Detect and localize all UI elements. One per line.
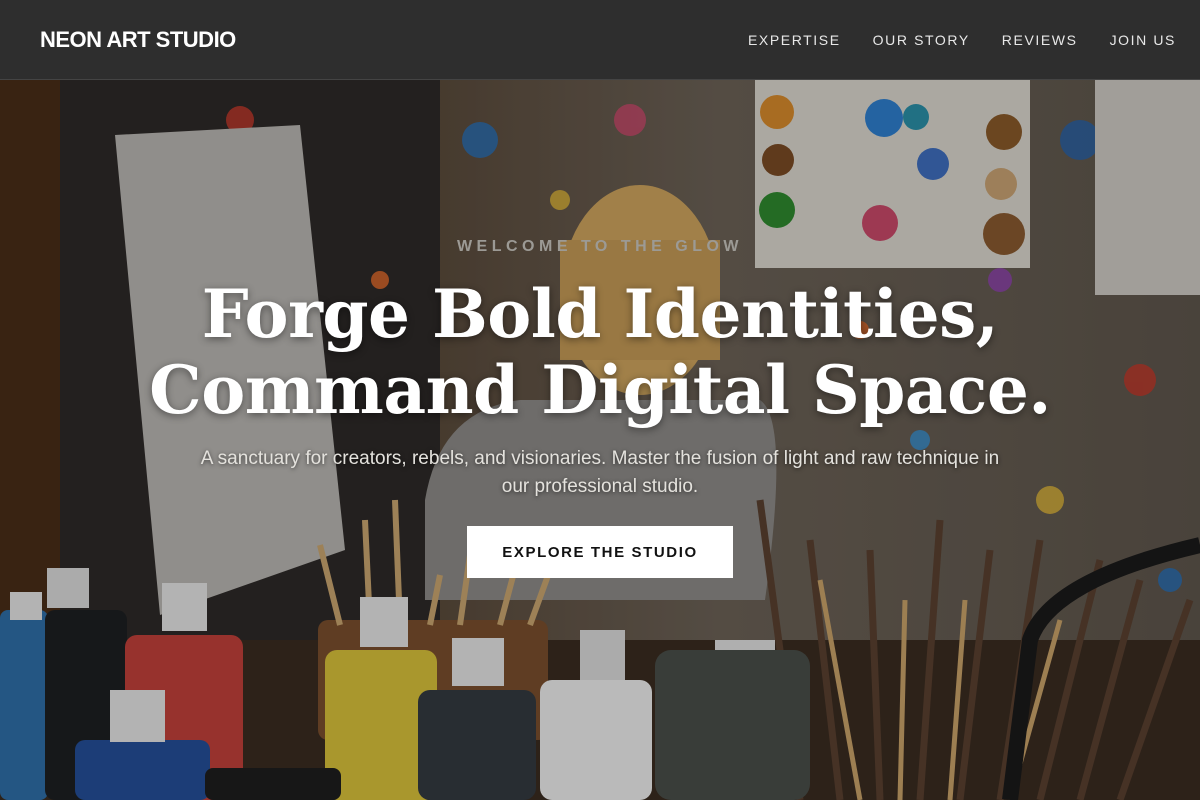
- brand-logo[interactable]: NEON ART STUDIO: [40, 27, 236, 53]
- nav-link-our-story[interactable]: OUR STORY: [873, 32, 970, 48]
- main-nav: EXPERTISE OUR STORY REVIEWS JOIN US: [748, 32, 1176, 48]
- hero-headline: Forge Bold Identities, Command Digital S…: [0, 276, 1200, 428]
- hero-headline-line-1: Forge Bold Identities,: [201, 275, 999, 353]
- hero-overlay: [0, 80, 1200, 800]
- nav-link-join-us[interactable]: JOIN US: [1110, 32, 1176, 48]
- hero-subtitle: A sanctuary for creators, rebels, and vi…: [200, 448, 1000, 497]
- explore-studio-button[interactable]: EXPLORE THE STUDIO: [467, 526, 733, 578]
- hero-headline-line-2: Command Digital Space.: [149, 351, 1051, 429]
- nav-link-expertise[interactable]: EXPERTISE: [748, 32, 841, 48]
- nav-link-reviews[interactable]: REVIEWS: [1002, 32, 1078, 48]
- site-header: NEON ART STUDIO EXPERTISE OUR STORY REVI…: [0, 0, 1200, 80]
- hero-section: WELCOME TO THE GLOW Forge Bold Identitie…: [0, 80, 1200, 800]
- hero-eyebrow: WELCOME TO THE GLOW: [456, 238, 744, 255]
